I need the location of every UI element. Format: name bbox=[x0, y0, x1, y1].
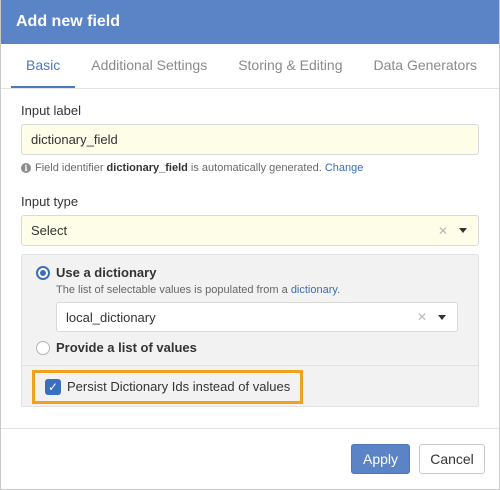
tab-storing-editing-label: Storing & Editing bbox=[238, 57, 343, 73]
provide-list-option[interactable]: Provide a list of values bbox=[22, 340, 478, 355]
tab-bar: Basic Additional Settings Storing & Edit… bbox=[1, 44, 499, 89]
add-field-dialog: Add new field Basic Additional Settings … bbox=[0, 0, 500, 490]
chevron-down-icon[interactable] bbox=[459, 228, 467, 233]
field-identifier-hint: i Field identifier dictionary_field is a… bbox=[21, 162, 479, 174]
dialog-footer: Apply Cancel bbox=[1, 428, 499, 489]
persist-row: ✓ Persist Dictionary Ids instead of valu… bbox=[22, 365, 478, 406]
input-label-field[interactable]: dictionary_field bbox=[21, 124, 479, 155]
use-dictionary-radio[interactable] bbox=[36, 265, 50, 280]
close-icon[interactable]: ✕ bbox=[435, 224, 451, 238]
hint-identifier: dictionary_field bbox=[106, 162, 188, 174]
use-dictionary-label: Use a dictionary bbox=[56, 265, 157, 280]
hint-prefix: Field identifier bbox=[35, 162, 104, 174]
dictionary-hint-suffix: . bbox=[337, 284, 341, 296]
dialog-content: Input label dictionary_field i Field ide… bbox=[1, 103, 499, 407]
provide-list-label: Provide a list of values bbox=[56, 340, 197, 355]
radio-selected-dot bbox=[40, 269, 46, 276]
use-dictionary-option[interactable]: Use a dictionary bbox=[22, 265, 478, 280]
dialog-title: Add new field bbox=[16, 13, 120, 30]
select-options-panel: Use a dictionary The list of selectable … bbox=[21, 254, 479, 407]
input-type-value: Select bbox=[31, 223, 68, 238]
info-icon: i bbox=[21, 163, 31, 173]
cancel-button[interactable]: Cancel bbox=[419, 444, 485, 474]
tab-basic-label: Basic bbox=[26, 57, 61, 73]
tab-additional-settings-label: Additional Settings bbox=[91, 57, 208, 73]
dictionary-hint: The list of selectable values is populat… bbox=[56, 284, 478, 296]
dictionary-select-value: local_dictionary bbox=[66, 309, 156, 325]
input-label-heading: Input label bbox=[21, 103, 81, 118]
input-type-heading: Input type bbox=[21, 194, 79, 209]
dictionary-hint-prefix: The list of selectable values is populat… bbox=[56, 284, 288, 296]
input-type-select[interactable]: Select ✕ bbox=[21, 215, 479, 246]
input-label-value: dictionary_field bbox=[31, 132, 118, 147]
checkmark-icon[interactable]: ✓ bbox=[45, 378, 61, 395]
chevron-down-icon[interactable] bbox=[438, 314, 446, 320]
provide-list-radio[interactable] bbox=[36, 340, 50, 355]
tab-additional-settings[interactable]: Additional Settings bbox=[76, 44, 222, 88]
change-link[interactable]: Change bbox=[325, 162, 364, 174]
tab-storing-editing[interactable]: Storing & Editing bbox=[223, 44, 357, 88]
apply-button[interactable]: Apply bbox=[351, 444, 410, 474]
tab-data-generators-label: Data Generators bbox=[373, 57, 478, 73]
persist-ids-checkbox-row[interactable]: ✓ Persist Dictionary Ids instead of valu… bbox=[32, 369, 304, 404]
tab-data-generators[interactable]: Data Generators bbox=[359, 44, 493, 88]
dictionary-link[interactable]: dictionary bbox=[291, 284, 337, 296]
hint-suffix: is automatically generated. bbox=[190, 162, 322, 174]
tab-basic[interactable]: Basic bbox=[11, 44, 76, 88]
dialog-header: Add new field bbox=[1, 0, 499, 44]
persist-ids-label: Persist Dictionary Ids instead of values bbox=[67, 379, 291, 394]
dictionary-select[interactable]: local_dictionary ✕ bbox=[56, 302, 458, 332]
close-icon[interactable]: ✕ bbox=[414, 310, 430, 324]
